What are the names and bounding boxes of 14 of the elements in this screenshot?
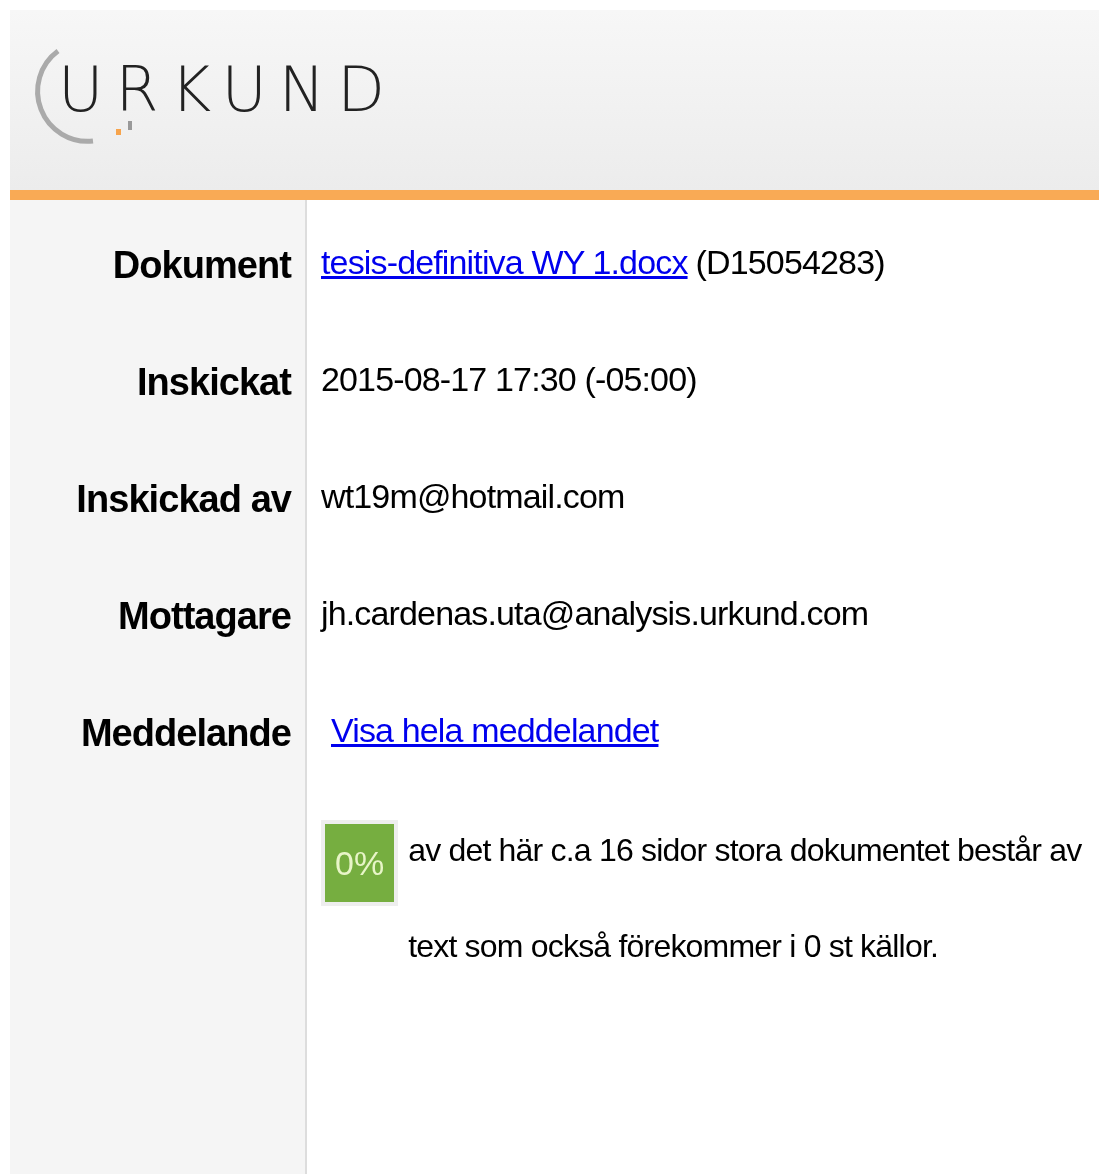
field-label: Meddelande <box>80 711 291 756</box>
field-label: Inskickat <box>136 360 291 405</box>
field-value: 2015-08-17 17:30 (-05:00) <box>321 359 697 400</box>
field-label: Mottagare <box>117 594 291 639</box>
document-link[interactable]: tesis-definitiva WY 1.docx <box>321 237 688 288</box>
match-percent-badge: 0% <box>321 820 399 906</box>
field-label: Dokument <box>112 243 291 288</box>
document-link[interactable]: Visa hela meddelandet <box>331 705 659 756</box>
field-label: Inskickad av <box>76 477 291 522</box>
field-value: jh.cardenas.uta@analysis.urkund.com <box>321 593 869 634</box>
summary-text: av det här c.a 16 sidor stora dokumentet består av text som också förekommer i 0 st källor. <box>408 831 1083 966</box>
field-value: (D15054283) <box>695 242 885 283</box>
logo-text: URKUND <box>58 59 397 121</box>
field-value: wt19m@hotmail.com <box>321 476 625 517</box>
